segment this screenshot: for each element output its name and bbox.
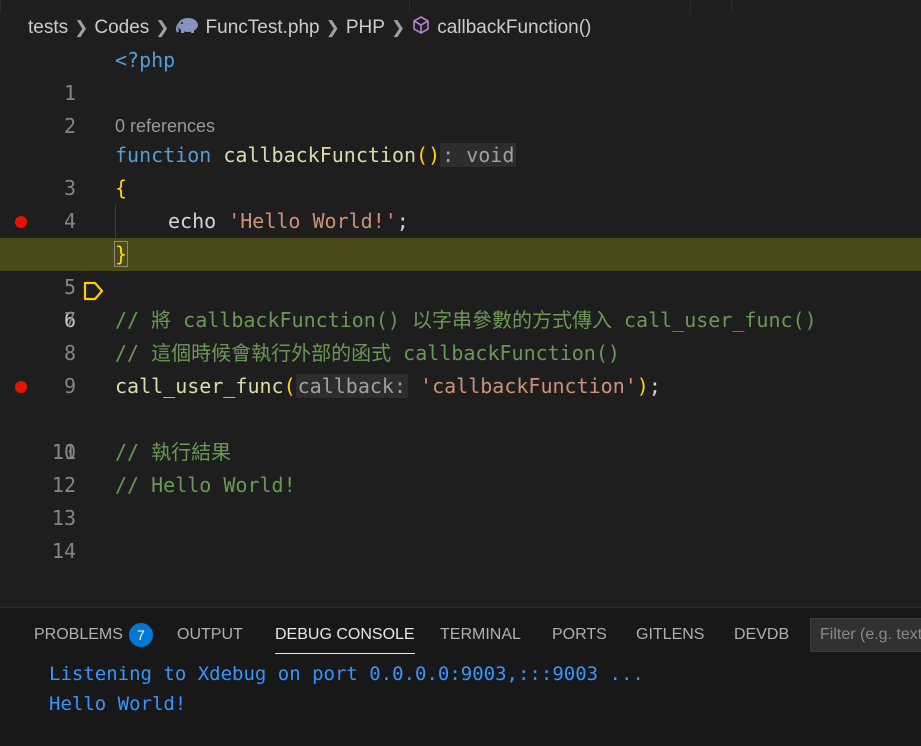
string-literal: 'callbackFunction' [420, 374, 637, 398]
code-line-current[interactable]: 6 } [0, 238, 921, 332]
php-open-tag: <?php [115, 48, 176, 72]
code-line[interactable]: 4 { [0, 172, 921, 233]
breadcrumb-item-tests[interactable]: tests [28, 17, 68, 39]
tab-gitlens[interactable]: GITLENS [636, 608, 704, 662]
breadcrumb-item-file[interactable]: FuncTest.php [206, 17, 320, 39]
elephant-php-icon [175, 16, 200, 40]
comment: // 將 callbackFunction() 以字串參數的方式傳入 call_… [115, 308, 817, 332]
code-line[interactable]: 12 // 執行結果 [0, 436, 921, 497]
comment: // 這個時候會執行外部的函式 callbackFunction() [115, 341, 620, 365]
echo-keyword: echo [168, 209, 217, 233]
line-number: 14 [51, 539, 76, 563]
indent-guide [115, 205, 116, 238]
editor-tab-strip [0, 0, 921, 12]
code-line[interactable]: 1 <?php [0, 44, 921, 105]
console-output-line: Listening to Xdebug on port 0.0.0.0:9003… [49, 663, 644, 685]
semicolon: ; [396, 209, 409, 233]
comment: // Hello World! [115, 473, 296, 497]
code-line[interactable]: 8 // 將 callbackFunction() 以字串參數的方式傳入 cal… [0, 304, 921, 365]
code-editor[interactable]: 1 <?php 2 0 references 3 function callba… [0, 44, 921, 606]
code-line[interactable]: 9 // 這個時候會執行外部的函式 callbackFunction() [0, 337, 921, 398]
comment: // 執行結果 [115, 440, 232, 464]
tab-output[interactable]: OUTPUT [177, 608, 243, 662]
console-output-line: Hello World! [49, 693, 187, 715]
paren-open: ( [283, 374, 296, 398]
tab-problems[interactable]: PROBLEMS 7 [34, 608, 153, 662]
breadcrumb-item-language[interactable]: PHP [346, 17, 385, 39]
code-line[interactable]: 11 [0, 403, 921, 464]
debug-stack-frame-icon [11, 245, 104, 301]
tab-devdb[interactable]: DEVDB [734, 608, 789, 662]
keyword-function: function [115, 143, 212, 167]
code-line[interactable]: 5 echo 'Hello World!'; [0, 205, 921, 299]
tab-terminal[interactable]: TERMINAL [440, 608, 521, 662]
code-line[interactable]: 10 call_user_func(callback: 'callbackFun… [0, 370, 921, 464]
code-line[interactable]: 2 [0, 77, 921, 138]
panel-tabs: PROBLEMS 7 OUTPUT DEBUG CONSOLE TERMINAL … [0, 608, 921, 662]
code-line[interactable]: 13 // Hello World! [0, 469, 921, 530]
chevron-right-icon: ❯ [155, 18, 170, 37]
method-cube-icon [411, 15, 431, 41]
function-name: callbackFunction [223, 143, 417, 167]
inlay-hint-parameter: callback: [295, 374, 408, 398]
chevron-right-icon: ❯ [74, 18, 89, 37]
brace-open: { [115, 176, 128, 200]
brace-close: } [113, 241, 129, 267]
breadcrumb-item-codes[interactable]: Codes [94, 17, 149, 39]
paren-close: ) [636, 374, 649, 398]
tab-problems-label: PROBLEMS [34, 626, 123, 643]
breakpoint-icon[interactable] [15, 381, 27, 393]
tab-debug-console[interactable]: DEBUG CONSOLE [275, 608, 415, 662]
parens: () [416, 143, 441, 167]
semicolon: ; [648, 374, 661, 398]
chevron-right-icon: ❯ [390, 18, 406, 37]
bottom-panel: PROBLEMS 7 OUTPUT DEBUG CONSOLE TERMINAL … [0, 607, 921, 746]
problems-count-badge: 7 [128, 622, 153, 647]
inlay-hint-return-type: : void [440, 143, 517, 167]
string-literal: 'Hello World!' [228, 209, 397, 233]
breakpoint-icon[interactable] [15, 216, 27, 228]
code-line[interactable]: 3 function callbackFunction(): void [0, 139, 921, 200]
console-filter-input[interactable]: Filter (e.g. text [810, 618, 921, 652]
editor-tab[interactable] [0, 0, 410, 12]
breadcrumb-item-symbol[interactable]: callbackFunction() [437, 17, 591, 39]
editor-tab[interactable] [690, 0, 732, 12]
breadcrumb: tests ❯ Codes ❯ FuncTest.php ❯ PHP ❯ cal… [0, 12, 921, 44]
function-call: call_user_func [115, 374, 284, 398]
tab-ports[interactable]: PORTS [552, 608, 607, 662]
code-line[interactable]: 7 [0, 271, 921, 332]
code-line[interactable]: 14 [0, 502, 921, 563]
chevron-right-icon: ❯ [325, 18, 340, 37]
